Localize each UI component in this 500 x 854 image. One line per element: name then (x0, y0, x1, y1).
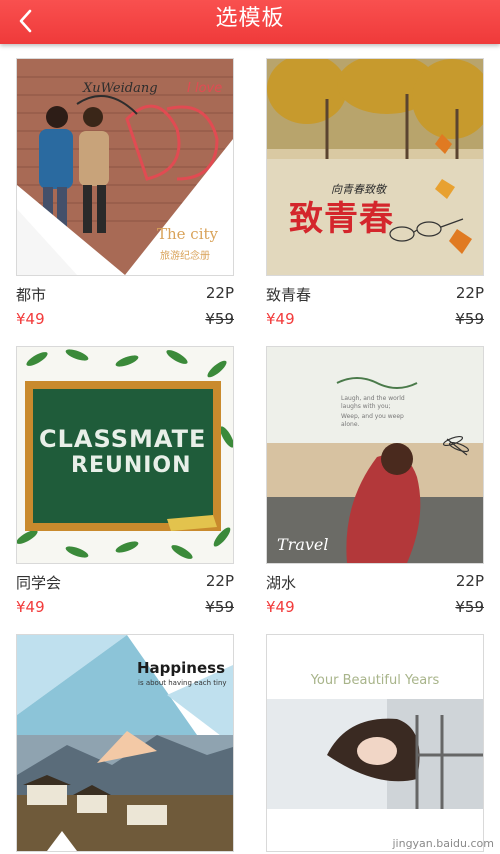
cover-text-title: The city (157, 225, 219, 243)
template-name: 都市 (16, 286, 47, 304)
template-price: ¥49 (16, 598, 45, 616)
template-card-youth[interactable]: 向青春致敬 致青春 致青春 22P ¥49 ¥59 (266, 58, 484, 336)
template-pages: 22P (455, 284, 484, 302)
template-original-price: ¥59 (455, 598, 484, 616)
cover-text-title: 致青春 (289, 199, 394, 239)
page-title: 选模板 (215, 6, 285, 31)
template-price: ¥49 (266, 598, 295, 616)
template-thumbnail[interactable]: XuWeidang I love The city 旅游纪念册 (16, 58, 234, 276)
watermark: jingyan.baidu.com (392, 837, 494, 850)
template-pages: 22P (205, 284, 234, 302)
cover-quote-line2: Weep, and you weep alone. (341, 413, 404, 428)
cover-text-title: Happiness (137, 659, 226, 677)
template-price: ¥49 (266, 310, 295, 328)
template-name: 同学会 (16, 574, 62, 592)
template-thumbnail[interactable]: 向青春致敬 致青春 (266, 58, 484, 276)
template-original-price: ¥59 (205, 310, 234, 328)
template-card-beautiful-years[interactable]: Your Beautiful Years (266, 634, 484, 852)
template-thumbnail[interactable]: CLASSMATE REUNION (16, 346, 234, 564)
cover-text-subtitle: 旅游纪念册 (160, 251, 210, 262)
template-thumbnail[interactable]: Your Beautiful Years (266, 634, 484, 852)
top-bar: 选模板 (0, 0, 500, 44)
template-card-happiness[interactable]: Happiness is about having each tiny (16, 634, 234, 852)
template-thumbnail[interactable]: Happiness is about having each tiny (16, 634, 234, 852)
template-original-price: ¥59 (205, 598, 234, 616)
template-card-reunion[interactable]: CLASSMATE REUNION 同学会 22P ¥49 ¥59 (16, 346, 234, 624)
template-thumbnail[interactable]: Laugh, and the world laughs with you; We… (266, 346, 484, 564)
cover-text-title: Your Beautiful Years (310, 673, 440, 688)
template-name: 致青春 (266, 286, 312, 304)
template-pages: 22P (455, 572, 484, 590)
template-pages: 22P (205, 572, 234, 590)
cover-text-subtitle: REUNION (71, 453, 192, 478)
cover-text-brand: XuWeidang (83, 81, 158, 96)
cover-text-love: I love (187, 81, 223, 96)
cover-text-title: CLASSMATE (39, 425, 207, 453)
cover-quote-line1: Laugh, and the world laughs with you; (341, 395, 405, 410)
template-price: ¥49 (16, 310, 45, 328)
template-card-city[interactable]: XuWeidang I love The city 旅游纪念册 都市 22P ¥… (16, 58, 234, 336)
template-original-price: ¥59 (455, 310, 484, 328)
template-card-lake[interactable]: Laugh, and the world laughs with you; We… (266, 346, 484, 624)
template-name: 湖水 (266, 574, 297, 592)
cover-text-title: Travel (277, 535, 329, 554)
cover-text-subtitle: is about having each tiny (138, 679, 227, 687)
